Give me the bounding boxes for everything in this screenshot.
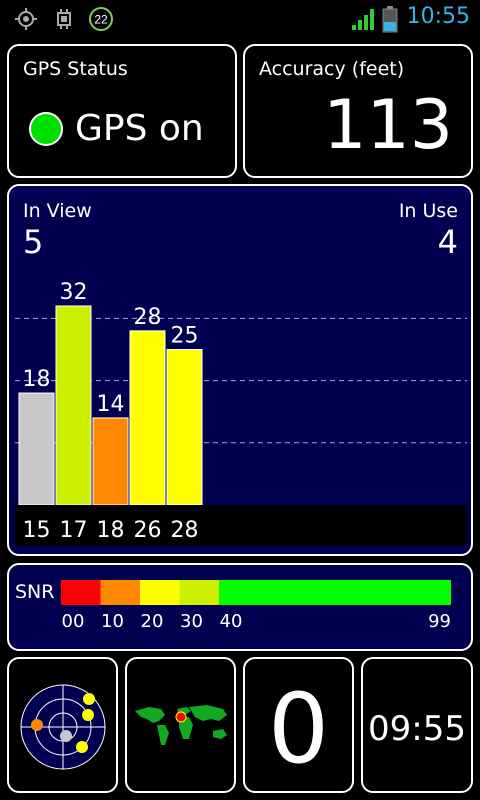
- badge-number: 22: [94, 13, 108, 27]
- snr-scale-segment: [179, 580, 219, 605]
- snr-scale-segment: [140, 580, 180, 605]
- snr-scale-panel: SNR 00 10 20 30 40 99: [7, 563, 473, 651]
- signal-strength-icon: [352, 9, 374, 30]
- clock-value: 09:55: [368, 709, 466, 749]
- satellite-prn-label: 28: [171, 518, 199, 543]
- satellite-snr-chart: In View 5 In Use 4 18 32 14 28 25 15 17 18 26 28: [15, 200, 467, 546]
- gps-status-panel[interactable]: GPS Status GPS on: [7, 44, 237, 178]
- satellite-signal-panel[interactable]: In View 5 In Use 4 18 32 14 28 25 15 17 18 26 28: [7, 184, 473, 556]
- snr-tick-label: 40: [220, 611, 243, 632]
- satellite-snr-bar: [129, 330, 166, 506]
- snr-tick-label: 99: [428, 611, 451, 632]
- snr-scale-segment: [100, 580, 140, 605]
- snr-tick-label: 10: [101, 611, 124, 632]
- fix-count-panel[interactable]: 0: [243, 657, 354, 793]
- snr-tick-label: 20: [141, 611, 164, 632]
- bar-value-label: 18: [23, 367, 51, 392]
- accuracy-value: 113: [323, 86, 453, 165]
- satellite-snr-bar: [55, 305, 92, 506]
- satellite-prn-label: 18: [97, 518, 125, 543]
- snr-scale-segment: [61, 580, 101, 605]
- status-time: 10:55: [406, 4, 470, 29]
- snr-color-scale: 00 10 20 30 40 99: [61, 580, 451, 632]
- sky-view-panel[interactable]: [7, 657, 118, 793]
- fix-count-value: 0: [267, 673, 330, 785]
- satellite-snr-bar: [18, 392, 55, 506]
- gps-status-title: GPS Status: [23, 58, 128, 80]
- snr-tick-label: 00: [62, 611, 85, 632]
- in-view-value: 5: [23, 223, 43, 261]
- battery-icon: [382, 6, 398, 33]
- satellite-prn-label: 15: [23, 518, 51, 543]
- bar-value-label: 28: [134, 305, 162, 330]
- sky-radar-icon: [20, 684, 106, 770]
- accuracy-title: Accuracy (feet): [259, 58, 405, 80]
- clock-panel[interactable]: 09:55: [361, 657, 473, 793]
- gps-target-icon: [15, 8, 37, 30]
- world-map-icon: [129, 703, 232, 747]
- world-map-panel[interactable]: [125, 657, 236, 793]
- gps-state-text: GPS on: [75, 108, 204, 149]
- gps-indicator-icon: [29, 112, 63, 146]
- notification-badge-icon: 22: [89, 7, 113, 31]
- in-use-value: 4: [438, 223, 458, 261]
- satellite-prn-label: 26: [134, 518, 162, 543]
- snr-scale-segment: [219, 580, 451, 605]
- bar-value-label: 25: [171, 324, 199, 349]
- cpu-chip-icon: [57, 9, 71, 29]
- snr-tick-label: 30: [180, 611, 203, 632]
- in-view-label: In View: [23, 200, 92, 222]
- status-bar: 22 10:55: [0, 0, 480, 38]
- in-use-label: In Use: [399, 200, 458, 222]
- satellite-prn-label: 17: [60, 518, 88, 543]
- accuracy-panel[interactable]: Accuracy (feet) 113: [243, 44, 473, 178]
- bar-value-label: 14: [97, 392, 125, 417]
- bar-value-label: 32: [60, 280, 88, 305]
- satellite-snr-bar: [92, 417, 129, 506]
- satellite-snr-bar: [166, 349, 203, 506]
